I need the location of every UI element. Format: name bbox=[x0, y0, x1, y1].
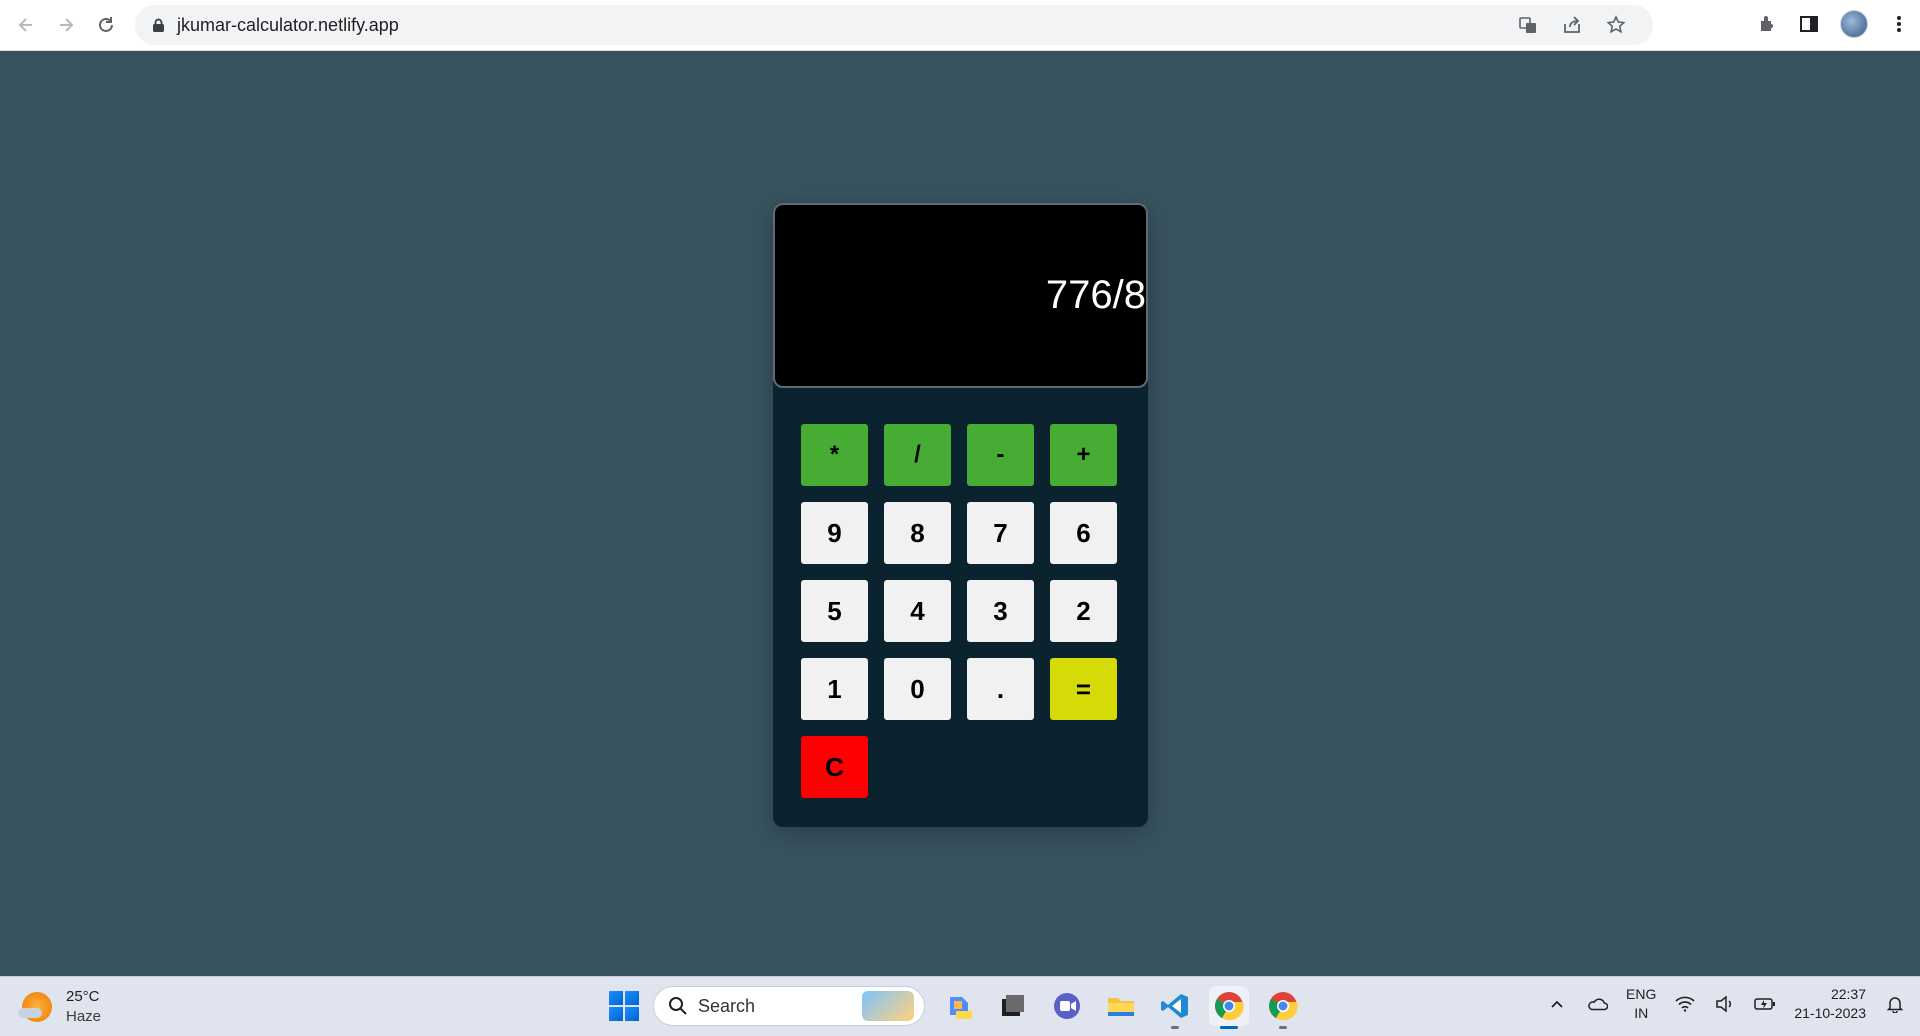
vscode-icon[interactable] bbox=[1155, 986, 1195, 1029]
windows-taskbar: 25°C Haze Search ENG IN 22:37 21-10-2023 bbox=[0, 976, 1920, 1036]
address-bar[interactable]: jkumar-calculator.netlify.app bbox=[135, 5, 1653, 45]
search-label: Search bbox=[698, 995, 756, 1016]
taskbar-clock[interactable]: 22:37 21-10-2023 bbox=[1794, 985, 1866, 1023]
onedrive-icon[interactable] bbox=[1586, 993, 1609, 1015]
kebab-menu-icon[interactable] bbox=[1888, 13, 1910, 35]
language-indicator[interactable]: ENG IN bbox=[1626, 985, 1656, 1023]
subtract-button[interactable]: - bbox=[966, 423, 1035, 487]
digit-8-button[interactable]: 8 bbox=[883, 501, 952, 565]
digit-9-button[interactable]: 9 bbox=[800, 501, 869, 565]
start-button-icon[interactable] bbox=[609, 991, 639, 1021]
clock-time: 22:37 bbox=[1830, 986, 1866, 1002]
weather-widget[interactable]: 25°C Haze bbox=[18, 987, 102, 1027]
add-button[interactable]: + bbox=[1049, 423, 1118, 487]
digit-2-button[interactable]: 2 bbox=[1049, 579, 1118, 643]
digit-6-button[interactable]: 6 bbox=[1049, 501, 1118, 565]
digit-5-button[interactable]: 5 bbox=[800, 579, 869, 643]
forward-icon[interactable] bbox=[52, 11, 80, 39]
search-highlight-image bbox=[862, 991, 914, 1021]
weather-condition: Haze bbox=[66, 1008, 102, 1025]
browser-toolbar: jkumar-calculator.netlify.app bbox=[0, 0, 1920, 51]
file-explorer-icon[interactable] bbox=[1101, 986, 1141, 1026]
lock-icon[interactable] bbox=[151, 17, 165, 33]
decimal-button[interactable]: . bbox=[966, 657, 1035, 721]
clock-date: 21-10-2023 bbox=[1794, 1005, 1866, 1021]
volume-icon[interactable] bbox=[1714, 993, 1736, 1015]
taskbar-center: Search bbox=[609, 986, 1303, 1029]
teams-chat-icon[interactable] bbox=[1047, 986, 1087, 1026]
page-background: 776/8 * / - + 9 8 7 6 5 4 3 2 1 0 . = C bbox=[0, 51, 1920, 976]
translate-icon[interactable] bbox=[1517, 14, 1539, 36]
share-icon[interactable] bbox=[1561, 14, 1583, 36]
digit-0-button[interactable]: 0 bbox=[883, 657, 952, 721]
extensions-icon[interactable] bbox=[1756, 13, 1778, 35]
chevron-up-icon[interactable] bbox=[1546, 993, 1568, 1015]
digit-4-button[interactable]: 4 bbox=[883, 579, 952, 643]
taskbar-search[interactable]: Search bbox=[653, 986, 925, 1026]
lang-primary: ENG bbox=[1626, 986, 1657, 1002]
weather-haze-icon bbox=[18, 992, 52, 1022]
calculator: 776/8 * / - + 9 8 7 6 5 4 3 2 1 0 . = C bbox=[773, 203, 1148, 827]
search-icon bbox=[669, 997, 687, 1015]
divide-button[interactable]: / bbox=[883, 423, 952, 487]
weather-temp: 25°C bbox=[66, 988, 100, 1005]
battery-icon[interactable] bbox=[1754, 993, 1776, 1015]
task-view-icon[interactable] bbox=[993, 986, 1033, 1026]
digit-3-button[interactable]: 3 bbox=[966, 579, 1035, 643]
reload-icon[interactable] bbox=[92, 11, 120, 39]
display-value: 776/8 bbox=[1045, 273, 1146, 317]
bookmark-star-icon[interactable] bbox=[1605, 14, 1627, 36]
chrome-icon[interactable] bbox=[1263, 986, 1303, 1029]
multiply-button[interactable]: * bbox=[800, 423, 869, 487]
calculator-display: 776/8 bbox=[773, 203, 1148, 388]
equals-button[interactable]: = bbox=[1049, 657, 1118, 721]
clear-button[interactable]: C bbox=[800, 735, 869, 799]
url-text[interactable]: jkumar-calculator.netlify.app bbox=[177, 15, 399, 36]
chrome-icon-active[interactable] bbox=[1209, 986, 1249, 1029]
notification-bell-icon[interactable] bbox=[1884, 993, 1906, 1015]
wifi-icon[interactable] bbox=[1674, 993, 1696, 1015]
keypad: * / - + 9 8 7 6 5 4 3 2 1 0 . = C bbox=[800, 423, 1118, 799]
digit-1-button[interactable]: 1 bbox=[800, 657, 869, 721]
digit-7-button[interactable]: 7 bbox=[966, 501, 1035, 565]
copilot-preview-icon[interactable] bbox=[939, 986, 979, 1026]
side-panel-icon[interactable] bbox=[1798, 13, 1820, 35]
lang-region: IN bbox=[1634, 1005, 1649, 1021]
system-tray: ENG IN 22:37 21-10-2023 bbox=[1546, 985, 1906, 1023]
profile-avatar[interactable] bbox=[1840, 10, 1868, 38]
back-icon[interactable] bbox=[12, 11, 40, 39]
